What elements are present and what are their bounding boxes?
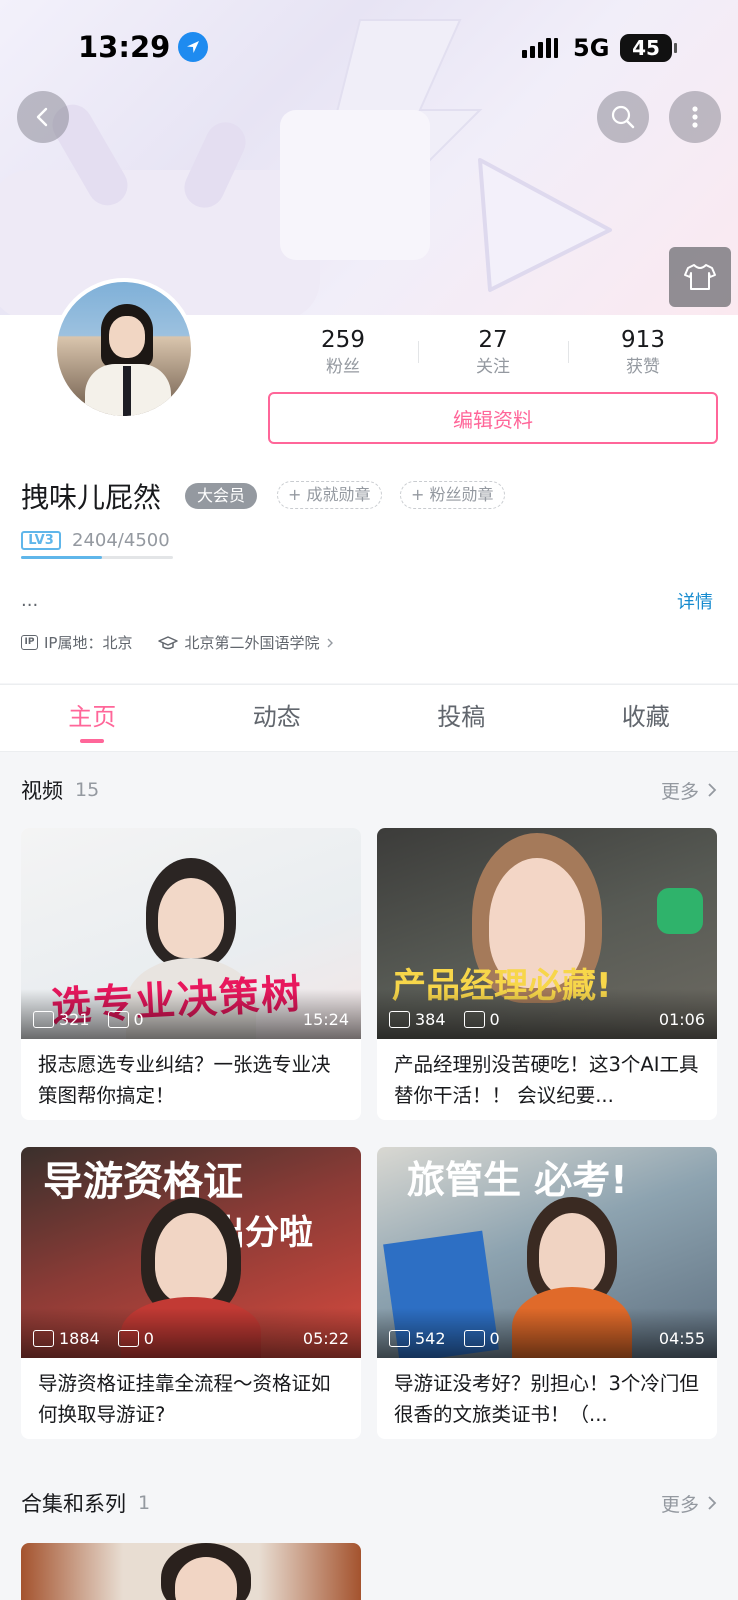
- danmaku-count: 0: [143, 1329, 154, 1348]
- fan-medal-button[interactable]: + 粉丝勋章: [400, 481, 505, 509]
- video-meta: 321 0 15:24: [33, 1010, 349, 1029]
- detail-link[interactable]: 详情: [677, 588, 713, 614]
- video-title: 产品经理别没苦硬吃！这3个AI工具替你干活！！ 会议纪要...: [394, 1053, 699, 1107]
- more-label: 更多: [660, 780, 699, 803]
- thumbnail-overlay: 1884 0 05:22: [21, 1147, 361, 1358]
- video-duration: 04:55: [658, 1329, 705, 1348]
- experience-bar: [21, 556, 173, 559]
- chevron-left-icon: [36, 107, 48, 127]
- ip-location-text: IP属地：北京: [44, 634, 133, 652]
- search-button[interactable]: [597, 91, 649, 143]
- videos-section-header: 视频 15 更多: [21, 775, 717, 805]
- play-count: 321: [59, 1010, 90, 1029]
- danmaku-icon: [107, 1011, 129, 1028]
- video-card[interactable]: 导游资格证 出分啦 1884 0 05:22 导游资格证挂靠全流程～资格证如何换…: [21, 1147, 361, 1439]
- play-count-icon: [389, 1011, 410, 1028]
- section-title: 合集和系列: [21, 1492, 126, 1516]
- play-count: 542: [415, 1329, 446, 1348]
- profile-tabs: 主页 动态 投稿 收藏: [0, 684, 738, 752]
- stat-followers[interactable]: 259 粉丝: [268, 325, 418, 385]
- location-arrow-icon: [178, 32, 209, 62]
- tab-home[interactable]: 主页: [0, 685, 185, 751]
- chevron-right-icon: [708, 1496, 717, 1510]
- videos-more-button[interactable]: 更多: [661, 777, 717, 804]
- video-title: 导游资格证挂靠全流程～资格证如何换取导游证?: [38, 1372, 331, 1426]
- profile-stats: 259 粉丝 27 关注 913 获赞: [268, 325, 718, 385]
- video-card[interactable]: 产品经理必藏! 384 0 01:06 产品经理别没苦硬吃！这3个AI工具替你干…: [377, 828, 717, 1120]
- status-bar: 13:29 5G 45: [0, 0, 738, 100]
- collections-section-header: 合集和系列 1 更多: [21, 1488, 717, 1518]
- status-time: 13:29: [78, 30, 171, 64]
- search-icon: [611, 105, 635, 129]
- ip-location-icon: IP: [21, 635, 38, 650]
- collections-more-button[interactable]: 更多: [661, 1490, 717, 1517]
- video-duration: 01:06: [658, 1010, 705, 1029]
- chevron-right-icon: [327, 638, 333, 647]
- section-count: 1: [138, 1492, 151, 1514]
- stat-value: 913: [621, 327, 665, 353]
- edit-profile-button[interactable]: 编辑资料: [268, 392, 718, 444]
- video-meta: 384 0 01:06: [389, 1010, 705, 1029]
- collection-card[interactable]: [21, 1543, 361, 1600]
- play-count: 384: [415, 1010, 446, 1029]
- video-title: 报志愿选专业纠结？一张选专业决策图帮你搞定！: [38, 1053, 331, 1107]
- more-label: 更多: [660, 1493, 699, 1516]
- profile-meta-line: IP IP属地：北京 北京第二外国语学院: [21, 632, 334, 653]
- experience-text: 2404/4500: [72, 530, 170, 551]
- bio-text: ...: [21, 590, 39, 611]
- thumbnail-overlay: 384 0 01:06: [377, 828, 717, 1039]
- tab-dynamics[interactable]: 动态: [185, 685, 370, 751]
- video-meta: 1884 0 05:22: [33, 1329, 349, 1348]
- stat-value: 259: [321, 327, 365, 353]
- experience-bar-fill: [21, 556, 103, 559]
- stat-following[interactable]: 27 关注: [418, 325, 568, 385]
- cellular-signal-icon: [522, 38, 558, 58]
- danmaku-count: 0: [489, 1329, 500, 1348]
- danmaku-count: 0: [489, 1010, 500, 1029]
- stat-value: 27: [478, 327, 508, 353]
- username: 拽味儿屁然: [21, 481, 162, 514]
- danmaku-icon: [117, 1330, 139, 1347]
- video-duration: 05:22: [302, 1329, 349, 1348]
- tab-favorites[interactable]: 收藏: [554, 685, 738, 751]
- danmaku-count: 0: [133, 1010, 144, 1029]
- graduation-cap-icon: [158, 635, 179, 649]
- vip-badge[interactable]: 大会员: [185, 483, 258, 509]
- achievement-medal-button[interactable]: + 成就勋章: [277, 481, 382, 509]
- collection-thumbnail: [21, 1543, 361, 1600]
- tshirt-icon: [684, 264, 716, 290]
- stat-label: 获赞: [626, 357, 660, 377]
- network-type: 5G: [573, 34, 610, 62]
- more-vertical-icon: [692, 106, 698, 128]
- more-options-button[interactable]: [669, 91, 721, 143]
- back-button[interactable]: [17, 91, 69, 143]
- section-title: 视频: [21, 779, 63, 803]
- level-badge: LV3: [21, 531, 61, 550]
- school-link[interactable]: 北京第二外国语学院: [184, 632, 319, 653]
- danmaku-icon: [463, 1011, 485, 1028]
- play-count-icon: [33, 1011, 54, 1028]
- tab-uploads[interactable]: 投稿: [369, 685, 554, 751]
- danmaku-icon: [463, 1330, 485, 1347]
- video-meta: 542 0 04:55: [389, 1329, 705, 1348]
- thumbnail-overlay: 321 0 15:24: [21, 828, 361, 1039]
- thumbnail-overlay: 542 0 04:55: [377, 1147, 717, 1358]
- stat-likes[interactable]: 913 获赞: [568, 325, 718, 385]
- video-duration: 15:24: [302, 1010, 349, 1029]
- video-title: 导游证没考好？别担心！3个冷门但很香的文旅类证书！（...: [394, 1372, 699, 1426]
- section-count: 15: [75, 779, 100, 801]
- chevron-right-icon: [708, 783, 717, 797]
- avatar[interactable]: [53, 278, 195, 420]
- play-count-icon: [389, 1330, 410, 1347]
- stat-label: 粉丝: [326, 357, 360, 377]
- play-count-icon: [33, 1330, 54, 1347]
- dress-up-button[interactable]: [669, 247, 731, 307]
- video-card[interactable]: 选专业决策树 321 0 15:24 报志愿选专业纠结？一张选专业决策图帮你搞定…: [21, 828, 361, 1120]
- play-count: 1884: [59, 1329, 100, 1348]
- status-time-group: 13:29: [78, 30, 209, 64]
- video-card[interactable]: 旅管生 必考! 542 0 04:55 导游证没考好？别担心！3个冷门但很香的文…: [377, 1147, 717, 1439]
- battery-indicator: 45: [620, 34, 677, 62]
- stat-label: 关注: [476, 357, 510, 377]
